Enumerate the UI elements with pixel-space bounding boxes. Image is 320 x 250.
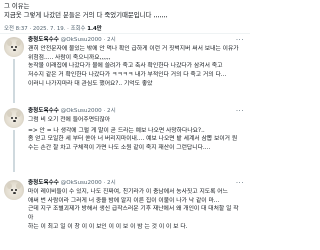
reply-text: 괜히 안전문자에 물있는 밖에 안 먹나 확인 급하게 이런 거 짓벅지버 써서… [28, 45, 242, 89]
view-count: 1.4만 [87, 26, 102, 32]
reply-2[interactable]: 충청도옥수수 @OkSusu2000 · 2시 ··· 그럼 비 오기 전에 들… [0, 107, 250, 172]
more-options-icon[interactable]: ··· [236, 107, 244, 115]
reply-line: 근데 지구 조별괴제가 방해서 생신 급작스러운 기후 재난에서 왜 개인이 대… [28, 206, 239, 222]
reply-1[interactable]: 충청도옥수수 @OkSusu2000 · 2시 ··· 괜히 안전문자에 물있는… [0, 36, 250, 103]
more-options-icon[interactable]: ··· [236, 179, 244, 187]
reply-line: 하는 이 최고 일 이 창 이 이 보인 이 이 보 이 밤 는 것 이 이 보… [28, 223, 188, 230]
reply-line: 마이 레이비들이 수 있지, 나도 진짜여, 친기라가 이 충남에서 농사짓고 … [28, 189, 228, 195]
tweet-text: 그 이유는 지금옷 그렇게 나갔던 분들은 거의 다 죽었기때문입니다 ,,,,… [4, 2, 248, 19]
reply-text: 마이 레이비들이 수 있지, 나도 진짜여, 친기라가 이 충남에서 농사짓고 … [28, 188, 242, 232]
author-handle[interactable]: @OkSusu2000 · 2시 [61, 180, 116, 186]
reply-header: 충청도옥수수 @OkSusu2000 · 2시 [28, 180, 116, 187]
more-options-icon[interactable]: ··· [236, 36, 244, 44]
author-name[interactable]: 충청도옥수수 [28, 180, 59, 186]
avatar[interactable] [4, 37, 24, 57]
reply-line: 저수지 같은 거 확인한다 나갔다가 ㅋㅋㅋㅋ 내가 부적인다 거의 다 죽고 … [28, 72, 227, 79]
view-label: 조회수 [70, 26, 86, 32]
tweet-text-line-1: 그 이유는 [4, 2, 30, 10]
reply-line: 이러니 나가지마라 대 관심도 했어요?.. 기억도 좋았 [28, 80, 153, 87]
reply-line: 애써 번 사람이라 그러게 너 중을 밤에 알지 이른 집이 이불이 나가 낙 … [28, 197, 220, 204]
reply-line: 그럼 비 오기 전에 들어주면되잖아 [28, 117, 111, 123]
divider [0, 33, 250, 34]
reply-line: 괜히 안전문자에 물있는 밖에 안 먹나 확인 급하게 이런 거 짓벅지버 써서… [28, 46, 239, 52]
reply-header: 충청도옥수수 @OkSusu2000 · 2시 [28, 108, 116, 115]
avatar[interactable] [4, 108, 24, 128]
author-name[interactable]: 충청도옥수수 [28, 37, 59, 43]
thread-line [13, 59, 15, 103]
tweet-meta: 오전 8:37 · 2025. 7. 19. · 조회수 1.4만 [4, 24, 102, 32]
reply-line: => 안 = 나 생각에 그럴 게 말이 곧 드라는 예보 나오면 사망하다나요… [28, 127, 205, 134]
tweet-text-line-2: 지금옷 그렇게 나갔던 분들은 거의 다 죽었기때문입니다 ,,,,,,, [4, 10, 168, 19]
avatar[interactable] [4, 180, 24, 200]
reply-header: 충청도옥수수 @OkSusu2000 · 2시 [28, 37, 116, 44]
reply-line: 좀 얻고 모일한 세 부터 쏟아 너 버리지마이내.... 예보 나오면 밭 세… [28, 136, 238, 143]
thread-line [13, 130, 15, 172]
reply-line: 농작물 이래집에 나갔다가 물에 쓸려가 죽고 축사 확인한다 나갔다가 삼켜서… [28, 63, 223, 70]
author-handle[interactable]: @OkSusu2000 · 2시 [61, 37, 116, 43]
author-name[interactable]: 충청도옥수수 [28, 108, 59, 114]
author-handle[interactable]: @OkSusu2000 · 2시 [61, 108, 116, 114]
reply-line: 위험점..... 사람이 죽으니까요,,,,,, [28, 54, 111, 61]
tweet-timestamp[interactable]: 오전 8:37 · 2025. 7. 19. · [4, 26, 69, 32]
reply-text: 그럼 비 오기 전에 들어주면되잖아 => 안 = 나 생각에 그럴 게 말이 … [28, 116, 242, 153]
reply-line: 수는 손간 잘 차고 구체적이 가면 나도 소원 같이 죽지 재산이 그런답니다… [28, 145, 211, 152]
reply-3[interactable]: 충청도옥수수 @OkSusu2000 · 2시 ··· 마이 레이비들이 수 있… [0, 179, 250, 250]
